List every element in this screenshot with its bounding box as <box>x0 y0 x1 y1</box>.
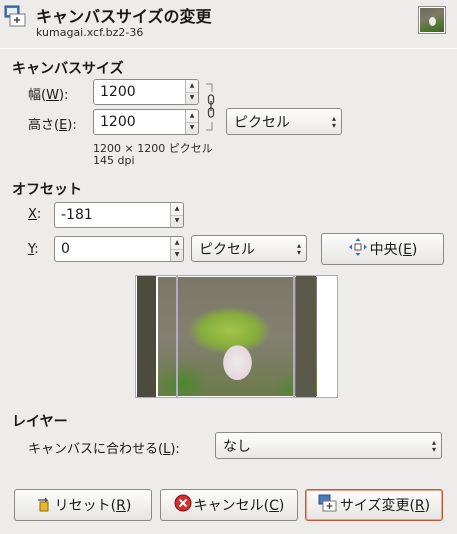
width-spinbox[interactable]: 1200 ▲ ▼ <box>93 79 199 105</box>
header-separator <box>0 48 457 49</box>
height-label: 高さ(E): <box>28 118 77 133</box>
offset-y-spinbox[interactable]: 0 ▲ ▼ <box>54 236 184 262</box>
offset-y-label: Y: <box>28 242 39 257</box>
canvas-unit-value: ピクセル <box>234 114 290 131</box>
offset-y-down-icon[interactable]: ▼ <box>171 248 183 262</box>
dialog-title: キャンバスサイズの変更 <box>36 7 212 26</box>
canvas-boundary-right <box>293 276 295 397</box>
resize-label: サイズ変更(R) <box>339 498 431 514</box>
cancel-icon <box>174 494 192 516</box>
offset-y-value[interactable]: 0 <box>55 241 170 257</box>
combo-arrows-icon: ▴ ▾ <box>331 113 336 130</box>
center-label: 中央(E) <box>369 242 418 258</box>
dpi-info: 145 dpi <box>93 154 135 167</box>
fit-layers-value: なし <box>223 438 251 455</box>
offset-x-label: X: <box>28 207 42 222</box>
chain-link-icon[interactable] <box>204 82 218 132</box>
reset-label: リセット(R) <box>54 498 132 514</box>
resize-canvas-icon <box>318 494 338 516</box>
offset-preview[interactable] <box>135 275 338 398</box>
reset-icon <box>35 494 53 516</box>
combo-arrows-icon: ▴ ▾ <box>296 240 301 257</box>
offset-x-down-icon[interactable]: ▼ <box>171 214 183 228</box>
offset-section-label: オフセット <box>12 182 82 198</box>
image-thumbnail <box>418 6 446 34</box>
width-value[interactable]: 1200 <box>94 84 185 100</box>
offset-x-spinbox[interactable]: -181 ▲ ▼ <box>54 202 184 228</box>
height-spinbox[interactable]: 1200 ▲ ▼ <box>93 109 199 135</box>
fit-layers-combo[interactable]: なし ▴ ▾ <box>215 432 442 459</box>
center-icon <box>348 237 368 261</box>
offset-unit-combo[interactable]: ピクセル ▴ ▾ <box>191 235 307 262</box>
canvas-boundary-left <box>176 276 178 397</box>
resize-button[interactable]: サイズ変更(R) <box>305 489 443 521</box>
height-up-icon[interactable]: ▲ <box>186 110 198 122</box>
height-value[interactable]: 1200 <box>94 114 185 130</box>
resize-canvas-icon <box>4 5 28 27</box>
offset-x-up-icon[interactable]: ▲ <box>171 203 183 215</box>
layers-section-label: レイヤー <box>12 414 68 430</box>
canvas-unit-combo[interactable]: ピクセル ▴ ▾ <box>226 108 342 135</box>
width-down-icon[interactable]: ▼ <box>186 91 198 105</box>
preview-shade-right <box>296 276 316 397</box>
offset-unit-value: ピクセル <box>199 241 255 258</box>
cancel-label: キャンセル(C) <box>193 498 285 514</box>
canvas-size-section-label: キャンバスサイズ <box>12 61 124 77</box>
offset-x-value[interactable]: -181 <box>55 207 170 223</box>
offset-y-up-icon[interactable]: ▲ <box>171 237 183 249</box>
reset-button[interactable]: リセット(R) <box>14 489 152 521</box>
width-label: 幅(W): <box>28 88 69 103</box>
combo-arrows-icon: ▴ ▾ <box>431 437 436 454</box>
width-up-icon[interactable]: ▲ <box>186 80 198 92</box>
cancel-button[interactable]: キャンセル(C) <box>160 489 298 521</box>
fit-layers-label: キャンバスに合わせる(L): <box>28 442 180 457</box>
height-down-icon[interactable]: ▼ <box>186 121 198 135</box>
center-button[interactable]: 中央(E) <box>321 233 444 265</box>
image-name: kumagai.xcf.bz2-36 <box>36 26 144 39</box>
preview-shade-left <box>137 276 156 397</box>
